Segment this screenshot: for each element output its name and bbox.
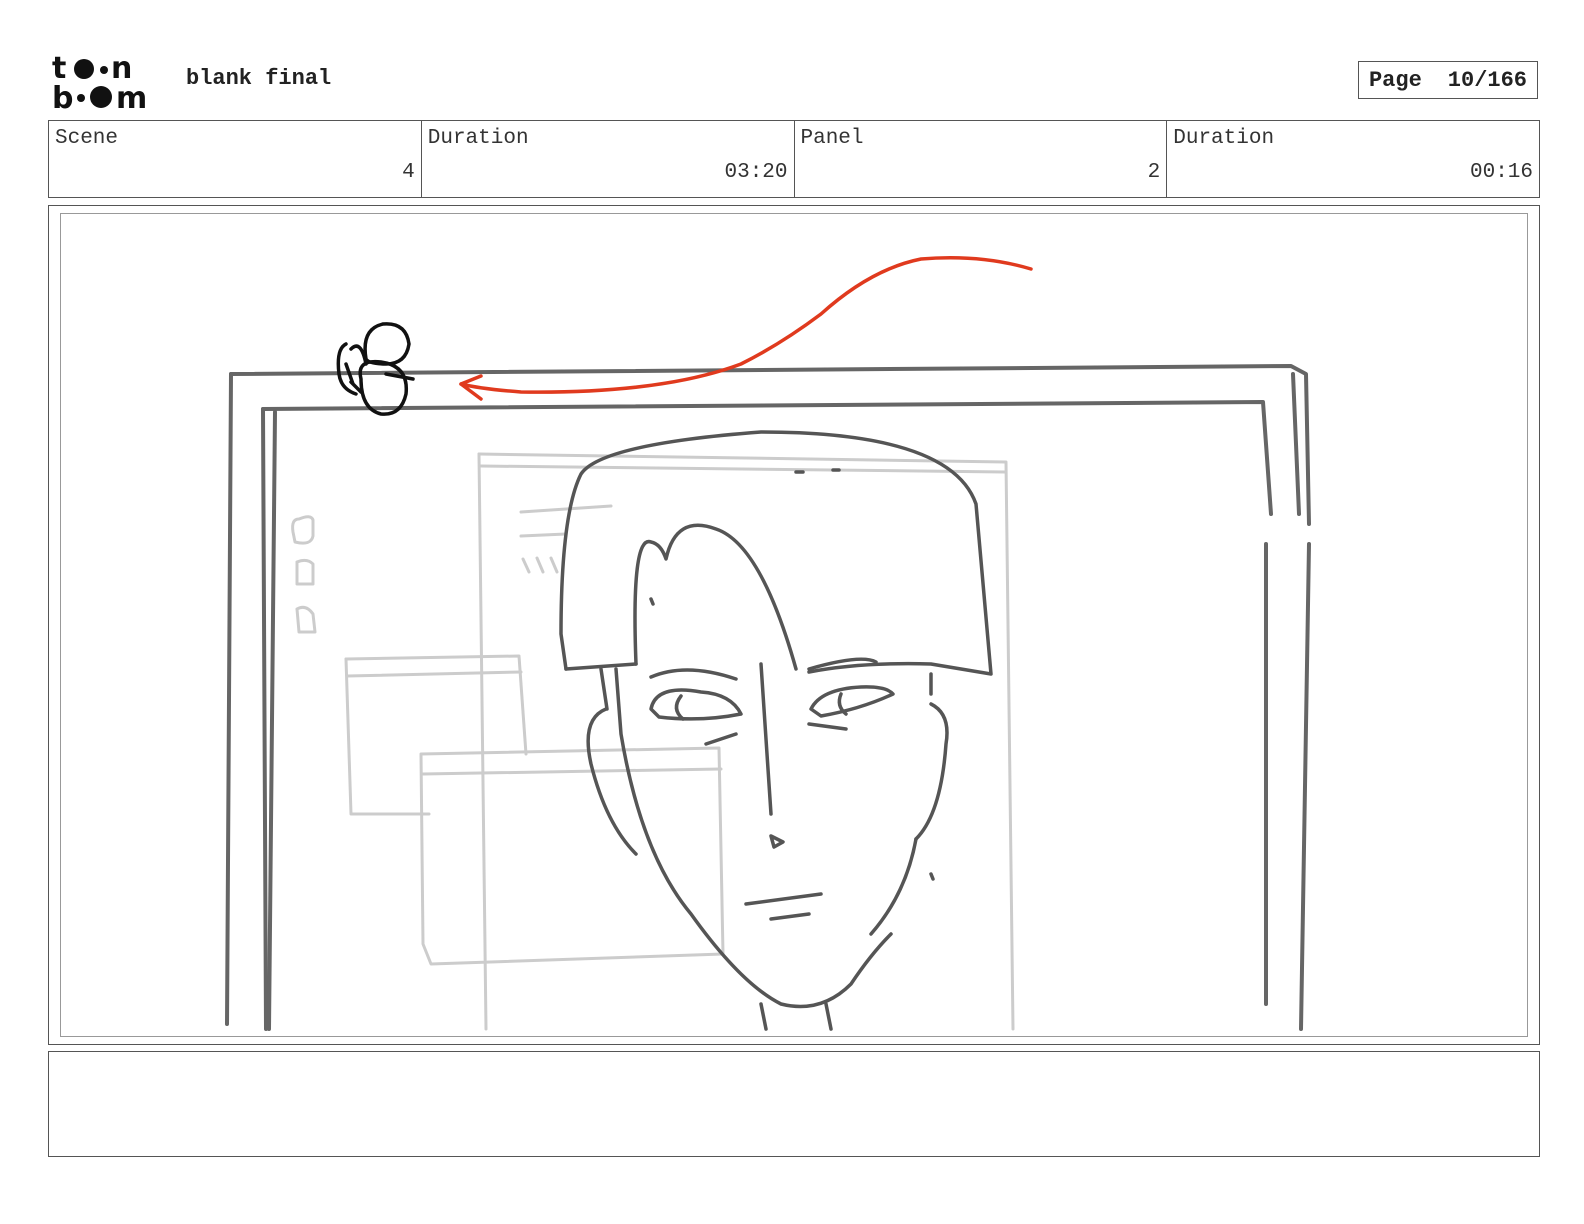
scene-label: Scene <box>55 127 119 150</box>
svg-text:m: m <box>116 81 147 112</box>
panel-info-row: Scene 4 Duration 03:20 Panel 2 Duration … <box>48 120 1540 198</box>
panel-cell: Panel 2 <box>795 121 1168 197</box>
panel-value: 2 <box>1147 161 1161 184</box>
toon-boom-logo: t n b m <box>52 51 164 116</box>
panel-duration-value: 00:16 <box>1469 161 1533 184</box>
character-head-sketch <box>559 430 993 1031</box>
page-label: Page <box>1368 67 1422 93</box>
panel-label: Panel <box>800 127 864 150</box>
panel-duration-label: Duration <box>1173 127 1275 150</box>
page-indicator: Page 10/166 <box>1358 61 1538 99</box>
scene-duration-value: 03:20 <box>724 161 788 184</box>
storyboard-panel-frame <box>48 205 1540 1045</box>
storyboard-panel-image <box>60 213 1528 1037</box>
motion-arrow <box>459 256 1033 401</box>
scene-duration-label: Duration <box>427 127 529 150</box>
scene-duration-cell: Duration 03:20 <box>422 121 795 197</box>
scene-value: 4 <box>402 161 415 184</box>
page-number: 10/166 <box>1447 67 1528 93</box>
svg-text:b: b <box>52 81 73 112</box>
monitor-frame-sketch <box>225 364 1311 1031</box>
panel-duration-cell: Duration 00:16 <box>1167 121 1539 197</box>
project-title: blank final <box>186 66 332 91</box>
scene-cell: Scene 4 <box>49 121 422 197</box>
background-windows-sketch <box>291 452 1015 1031</box>
panel-notes-area <box>48 1051 1540 1157</box>
small-figure-doodle <box>336 322 415 416</box>
